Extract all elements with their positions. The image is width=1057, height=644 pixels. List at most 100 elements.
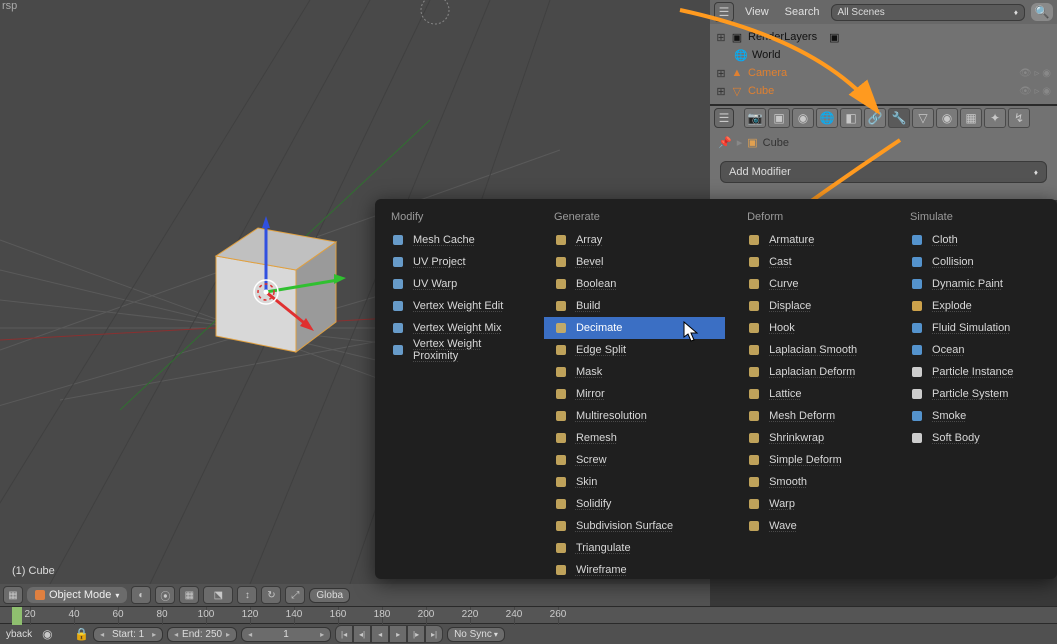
outliner-menu-view[interactable]: View	[740, 6, 774, 18]
tab-constraints-icon[interactable]: 🔗	[864, 108, 886, 128]
modifier-item-solidify[interactable]: Solidify	[544, 493, 725, 515]
modifier-item-mask[interactable]: Mask	[544, 361, 725, 383]
modifier-item-smooth[interactable]: Smooth	[737, 471, 888, 493]
modifier-item-laplacian-deform[interactable]: Laplacian Deform	[737, 361, 888, 383]
lock-icon[interactable]: 🔒	[74, 627, 89, 641]
outliner-menu-search[interactable]: Search	[780, 6, 825, 18]
orientation-dropdown[interactable]: Globa	[309, 588, 350, 603]
modifier-item-collision[interactable]: Collision	[900, 251, 1051, 273]
tab-data-icon[interactable]: ▽	[912, 108, 934, 128]
manipulator-scale-icon[interactable]: ⤢	[285, 586, 305, 604]
pin-icon[interactable]: 📌	[718, 136, 732, 149]
modifier-item-warp[interactable]: Warp	[737, 493, 888, 515]
search-icon[interactable]: 🔍	[1031, 3, 1053, 21]
object-mode-label: Object Mode	[49, 589, 111, 601]
modifier-item-screw[interactable]: Screw	[544, 449, 725, 471]
modifier-item-soft-body[interactable]: Soft Body	[900, 427, 1051, 449]
manipulator-rotate-icon[interactable]: ↻	[261, 586, 281, 604]
start-frame-field[interactable]: ◂Start: 1▸	[93, 627, 163, 642]
modifier-item-dynamic-paint[interactable]: Dynamic Paint	[900, 273, 1051, 295]
modifier-item-vertex-weight-edit[interactable]: Vertex Weight Edit	[381, 295, 532, 317]
widget-toggle-icon[interactable]: ⬔	[203, 586, 233, 604]
modifier-item-remesh[interactable]: Remesh	[544, 427, 725, 449]
autokey-icon[interactable]: ◉	[42, 627, 70, 641]
outliner-tree[interactable]: ⊞▣ RenderLayers ▣ 🌐 World ⊞▲ Camera 👁 ▹ …	[710, 24, 1057, 104]
modifier-item-boolean[interactable]: Boolean	[544, 273, 725, 295]
outliner-row-renderlayers[interactable]: ⊞▣ RenderLayers ▣	[716, 28, 1051, 46]
modifier-item-armature[interactable]: Armature	[737, 229, 888, 251]
modifier-item-uv-project[interactable]: UV Project	[381, 251, 532, 273]
jump-end-icon[interactable]: ▸|	[425, 625, 443, 643]
tab-object-icon[interactable]: ◧	[840, 108, 862, 128]
tab-particles-icon[interactable]: ✦	[984, 108, 1006, 128]
outliner-row-camera[interactable]: ⊞▲ Camera 👁 ▹ ◉	[716, 64, 1051, 82]
modifier-item-ocean[interactable]: Ocean	[900, 339, 1051, 361]
timeline-ruler[interactable]: 20406080100120140160180200220240260	[0, 606, 1057, 624]
modifier-item-skin[interactable]: Skin	[544, 471, 725, 493]
properties-editor-icon[interactable]: ☰	[714, 108, 734, 128]
modifier-item-uv-warp[interactable]: UV Warp	[381, 273, 532, 295]
modifier-item-bevel[interactable]: Bevel	[544, 251, 725, 273]
modifier-item-wave[interactable]: Wave	[737, 515, 888, 537]
modifier-item-mesh-deform[interactable]: Mesh Deform	[737, 405, 888, 427]
tab-scene-icon[interactable]: ◉	[792, 108, 814, 128]
outliner-row-world[interactable]: 🌐 World	[716, 46, 1051, 64]
play-icon[interactable]: ▸	[389, 625, 407, 643]
modifier-item-mesh-cache[interactable]: Mesh Cache	[381, 229, 532, 251]
timeline-cursor[interactable]	[12, 607, 22, 625]
modifier-item-array[interactable]: Array	[544, 229, 725, 251]
modifier-item-multiresolution[interactable]: Multiresolution	[544, 405, 725, 427]
tab-texture-icon[interactable]: ▦	[960, 108, 982, 128]
breadcrumb-cube[interactable]: Cube	[763, 137, 789, 149]
object-mode-dropdown[interactable]: Object Mode ▾	[27, 587, 127, 603]
jump-start-icon[interactable]: |◂	[335, 625, 353, 643]
modifier-item-displace[interactable]: Displace	[737, 295, 888, 317]
end-frame-field[interactable]: ◂End: 250▸	[167, 627, 237, 642]
pivot-icon[interactable]: ⦿	[155, 586, 175, 604]
play-reverse-icon[interactable]: ◂	[371, 625, 389, 643]
modifier-item-simple-deform[interactable]: Simple Deform	[737, 449, 888, 471]
active-object-label: (1) Cube	[12, 565, 55, 577]
outliner-row-cube[interactable]: ⊞▽ Cube 👁 ▹ ◉	[716, 82, 1051, 100]
viewport-shading-icon[interactable]: ◐	[131, 586, 151, 604]
modifier-item-wireframe[interactable]: Wireframe	[544, 559, 725, 581]
modifier-item-triangulate[interactable]: Triangulate	[544, 537, 725, 559]
add-modifier-button[interactable]: Add Modifier ♦	[720, 161, 1047, 183]
outliner-editor-icon[interactable]: ☰	[714, 2, 734, 22]
prev-keyframe-icon[interactable]: ◂|	[353, 625, 371, 643]
modifier-item-curve[interactable]: Curve	[737, 273, 888, 295]
tab-modifiers-icon[interactable]: 🔧	[888, 108, 910, 128]
modifier-item-lattice[interactable]: Lattice	[737, 383, 888, 405]
current-frame-field[interactable]: ◂1▸	[241, 627, 331, 642]
tab-world-icon[interactable]: 🌐	[816, 108, 838, 128]
layers-icon[interactable]: ▦	[179, 586, 199, 604]
modifier-item-subdivision-surface[interactable]: Subdivision Surface	[544, 515, 725, 537]
modifier-item-laplacian-smooth[interactable]: Laplacian Smooth	[737, 339, 888, 361]
playback-menu[interactable]: yback	[0, 629, 38, 640]
manipulator-translate-icon[interactable]: ↕	[237, 586, 257, 604]
outliner-scene-filter[interactable]: All Scenes♦	[831, 4, 1025, 21]
modifier-item-cloth[interactable]: Cloth	[900, 229, 1051, 251]
visibility-icons[interactable]: 👁 ▹ ◉	[1019, 68, 1051, 79]
modifier-item-cast[interactable]: Cast	[737, 251, 888, 273]
tab-material-icon[interactable]: ◉	[936, 108, 958, 128]
tab-physics-icon[interactable]: ↯	[1008, 108, 1030, 128]
tab-renderlayers-icon[interactable]: ▣	[768, 108, 790, 128]
modifier-item-hook[interactable]: Hook	[737, 317, 888, 339]
next-keyframe-icon[interactable]: |▸	[407, 625, 425, 643]
modifier-item-fluid-simulation[interactable]: Fluid Simulation	[900, 317, 1051, 339]
modifier-item-smoke[interactable]: Smoke	[900, 405, 1051, 427]
visibility-icons[interactable]: 👁 ▹ ◉	[1019, 86, 1051, 97]
modifier-item-vertex-weight-mix[interactable]: Vertex Weight Mix	[381, 317, 532, 339]
modifier-item-particle-system[interactable]: Particle System	[900, 383, 1051, 405]
modifier-item-particle-instance[interactable]: Particle Instance	[900, 361, 1051, 383]
editor-type-icon[interactable]: ▦	[3, 586, 23, 604]
modifier-item-build[interactable]: Build	[544, 295, 725, 317]
modifier-item-explode[interactable]: Explode	[900, 295, 1051, 317]
sync-dropdown[interactable]: No Sync ▾	[447, 627, 505, 642]
tab-render-icon[interactable]: 📷	[744, 108, 766, 128]
modifier-item-mirror[interactable]: Mirror	[544, 383, 725, 405]
modifier-item-vertex-weight-proximity[interactable]: Vertex Weight Proximity	[381, 339, 532, 361]
modifier-item-shrinkwrap[interactable]: Shrinkwrap	[737, 427, 888, 449]
modifier-icon	[391, 299, 405, 313]
